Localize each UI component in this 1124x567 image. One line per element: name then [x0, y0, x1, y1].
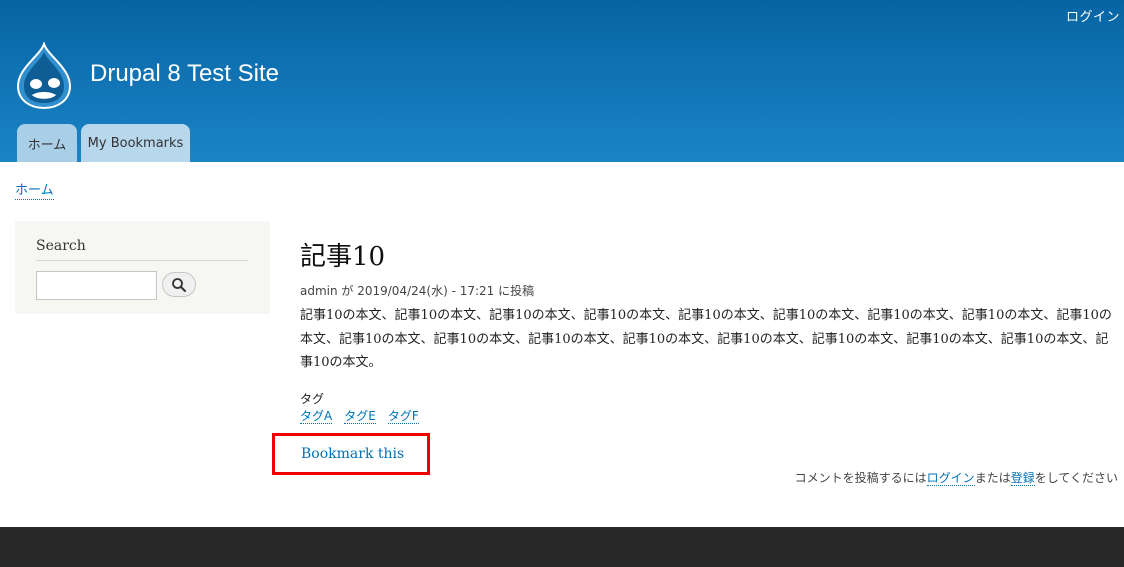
tag-link[interactable]: タグE — [344, 409, 376, 424]
comment-notice: コメントを投稿するにはログインまたは登録をしてください — [795, 469, 1118, 486]
submitted-info: admin が 2019/04/24(水) - 17:21 に投稿 — [300, 284, 535, 298]
comment-login-link[interactable]: ログイン — [926, 471, 975, 486]
article-body: 記事10の本文、記事10の本文、記事10の本文、記事10の本文、記事10の本文、… — [300, 308, 1112, 370]
tag-link[interactable]: タグF — [387, 409, 419, 424]
tab-home[interactable]: ホーム — [17, 124, 77, 162]
page-title: 記事10 — [300, 242, 386, 272]
comment-register-link[interactable]: 登録 — [1010, 471, 1035, 486]
sidebar-search-block: Search — [15, 221, 270, 314]
search-button[interactable] — [162, 272, 196, 297]
tab-my-bookmarks[interactable]: My Bookmarks — [81, 124, 190, 162]
search-block-title: Search — [36, 238, 86, 254]
tags-label: タグ — [300, 392, 325, 406]
bookmark-this-link[interactable]: Bookmark this — [301, 446, 404, 462]
comment-notice-suffix: をしてください — [1034, 471, 1118, 485]
search-icon — [172, 277, 186, 292]
site-header: ログイン Drupal 8 Test Site ホーム My Bookmarks — [0, 0, 1124, 162]
comment-notice-middle: または — [974, 471, 1011, 485]
drupal-logo-icon[interactable] — [14, 40, 74, 110]
login-link[interactable]: ログイン — [1066, 6, 1120, 25]
search-divider — [36, 260, 248, 261]
site-footer — [0, 527, 1124, 567]
site-name[interactable]: Drupal 8 Test Site — [90, 60, 279, 88]
tags-list: タグA タグE タグF — [300, 409, 419, 424]
breadcrumb-home[interactable]: ホーム — [15, 183, 54, 200]
tag-link[interactable]: タグA — [300, 409, 333, 424]
comment-notice-prefix: コメントを投稿するには — [794, 471, 927, 485]
search-input[interactable] — [36, 271, 157, 300]
